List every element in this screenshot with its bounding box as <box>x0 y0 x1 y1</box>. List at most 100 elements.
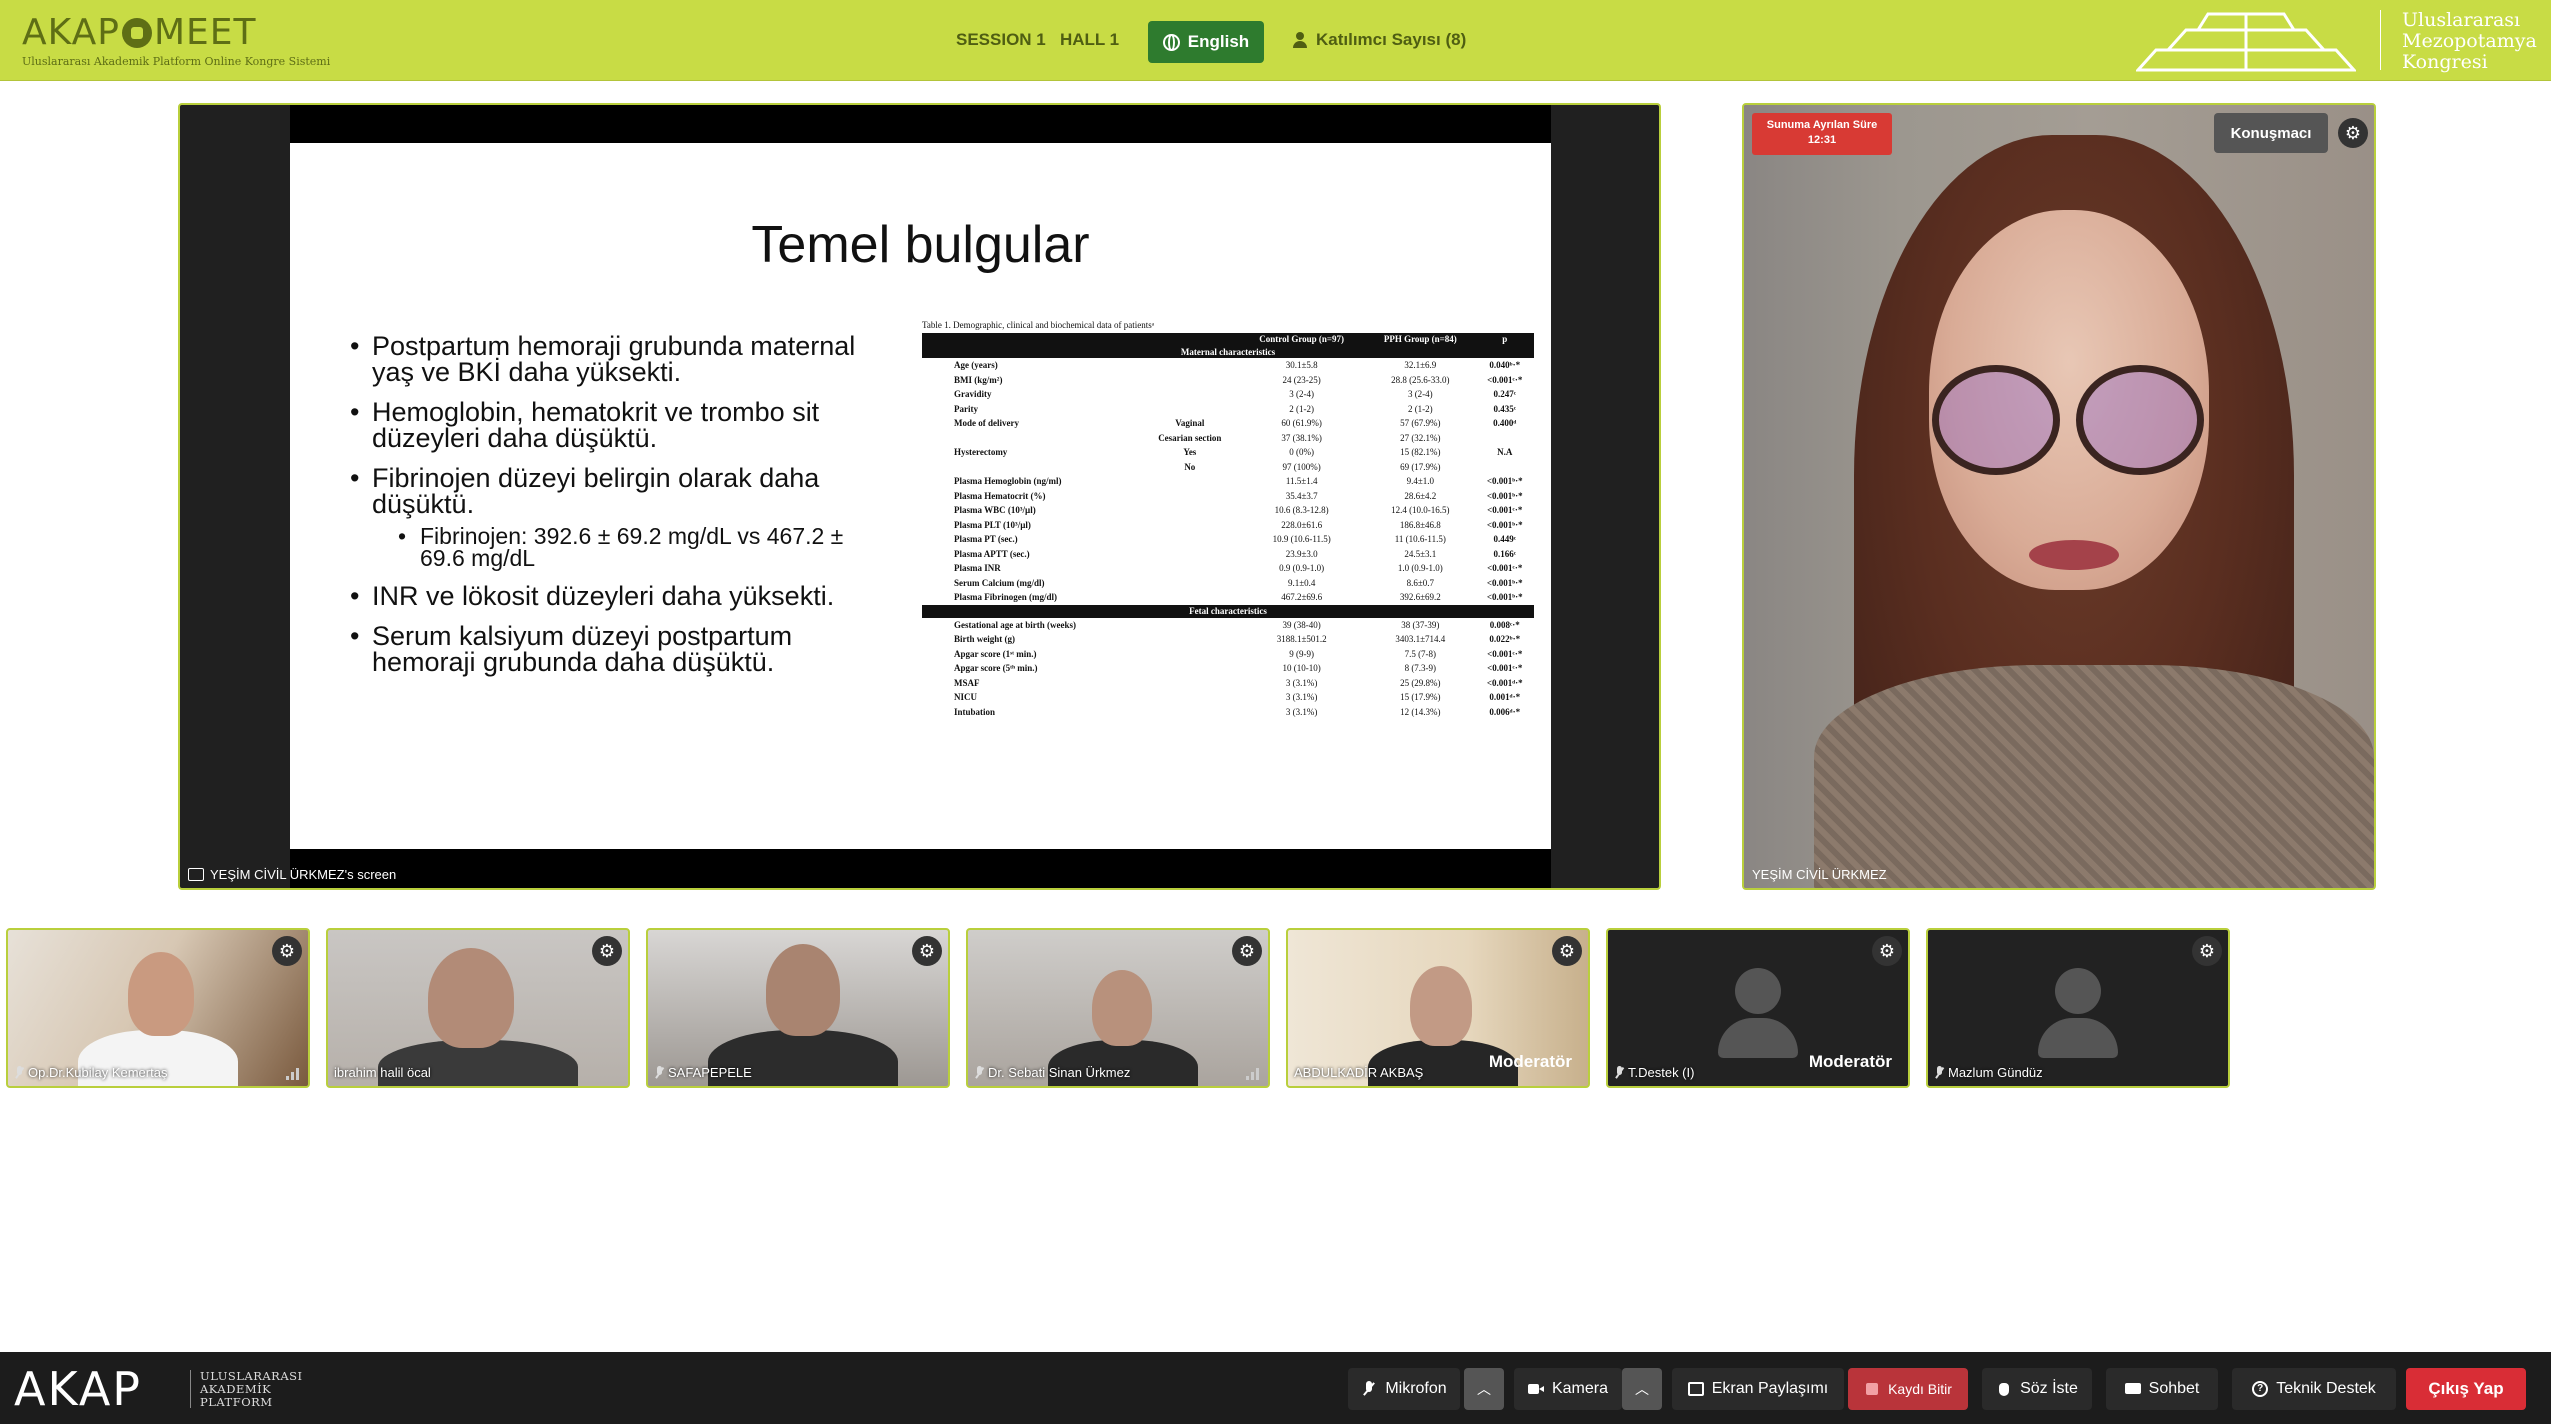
table-cell: 467.2±69.6 <box>1281 592 1323 603</box>
table: Control Group (n=97) PPH Group (n=84) p Ma… <box>922 333 1534 719</box>
participant-tile[interactable]: ⚙ Mazlum Gündüz <box>1926 928 2230 1088</box>
table-cell <box>1141 661 1238 676</box>
table-row: Cesarian section 37 (38.1%) 27 (32.1%) <box>922 431 1534 446</box>
mic-off-icon <box>1934 1065 1944 1080</box>
table-cell: 0.001ᵈ·* <box>1489 692 1521 703</box>
slide-sub-bullet: Fibrinojen: 392.6 ± 69.2 mg/dL vs 467.2 … <box>372 525 860 570</box>
microphone-label: Mikrofon <box>1385 1380 1447 1397</box>
timer-value: 12:31 <box>1807 134 1837 146</box>
camera-button[interactable]: Kamera <box>1514 1368 1622 1410</box>
gear-icon[interactable]: ⚙ <box>1872 936 1902 966</box>
table-cell: 12 (14.3%) <box>1400 706 1441 717</box>
chevron-up-icon: ︿ <box>1635 1381 1649 1397</box>
participant-name: ibrahim halil öcal <box>334 1065 431 1080</box>
table-cell <box>922 431 1141 446</box>
table-section-row: Fetal characteristics <box>922 604 1534 618</box>
table-cell: 28.6±4.2 <box>1404 490 1437 501</box>
participant-name: Mazlum Gündüz <box>1934 1065 2043 1080</box>
participant-tile[interactable]: ⚙ Dr. Sebati Sinan Ürkmez <box>966 928 1270 1088</box>
table-row: Plasma WBC (10³/µl) 10.6 (8.3-12.8) 12.4 (… <box>922 503 1534 518</box>
table-row: NICU 3 (3.1%) 15 (17.9%) 0.001ᵈ·* <box>922 690 1534 705</box>
table-cell: 60 (61.9%) <box>1281 418 1322 429</box>
gear-icon[interactable]: ⚙ <box>272 936 302 966</box>
table-cell: Cesarian section <box>1158 432 1222 443</box>
table-section-label: Maternal characteristics <box>922 345 1534 358</box>
table-row: Plasma Fibrinogen (mg/dl) 467.2±69.6 392.6… <box>922 590 1534 605</box>
microphone-options-button[interactable]: ︿ <box>1464 1368 1504 1410</box>
technical-support-button[interactable]: ? Teknik Destek <box>2232 1368 2396 1410</box>
language-button[interactable]: English <box>1148 21 1264 63</box>
screen-share-button[interactable]: Ekran Paylaşımı <box>1672 1368 1844 1410</box>
table-cell: N.A <box>1497 447 1513 458</box>
participant-tile[interactable]: ⚙ ibrahim halil öcal <box>326 928 630 1088</box>
table-header-cell <box>1141 333 1239 345</box>
table-cell: Plasma INR <box>954 563 1001 574</box>
table-cell: Apgar score (5ᵗʰ min.) <box>954 663 1038 674</box>
participant-name: Dr. Sebati Sinan Ürkmez <box>974 1065 1130 1080</box>
participant-tile[interactable]: ⚙ ABDULKADİR AKBAŞ Moderatör <box>1286 928 1590 1088</box>
glasses-lens-left <box>1932 365 2060 475</box>
chat-button[interactable]: Sohbet <box>2106 1368 2218 1410</box>
data-table: Table 1. Demographic, clinical and bioch… <box>922 320 1534 719</box>
raise-hand-button[interactable]: Söz İste <box>1982 1368 2092 1410</box>
table-cell <box>1141 561 1238 576</box>
participant-tile[interactable]: ⚙ T.Destek (I) Moderatör <box>1606 928 1910 1088</box>
table-row: Parity 2 (1-2) 2 (1-2) 0.435ᶜ <box>922 402 1534 417</box>
exit-button[interactable]: Çıkış Yap <box>2406 1368 2526 1410</box>
gear-icon[interactable]: ⚙ <box>1232 936 1262 966</box>
gear-icon[interactable]: ⚙ <box>2338 118 2368 148</box>
session-info: SESSION 1 HALL 1 <box>956 30 1119 50</box>
raise-hand-label: Söz İste <box>2020 1380 2078 1397</box>
table-cell: <0.001ᵇ·* <box>1486 490 1523 501</box>
table-cell: 9.4±1.0 <box>1406 476 1435 487</box>
camera-label: Kamera <box>1551 1380 1609 1397</box>
camera-options-button[interactable]: ︿ <box>1622 1368 1662 1410</box>
table-cell <box>1141 590 1238 605</box>
table-row: Birth weight (g) 3188.1±501.2 3403.1±714.4… <box>922 632 1534 647</box>
slide-top-bar <box>290 105 1551 143</box>
participant-tile[interactable]: ⚙ Op.Dr.Kubilay Kemertaş <box>6 928 310 1088</box>
table-cell: Plasma PT (sec.) <box>954 534 1018 545</box>
participant-tile[interactable]: ⚙ SAFAPEPELE <box>646 928 950 1088</box>
gear-icon[interactable]: ⚙ <box>2192 936 2222 966</box>
akap-sub-line: PLATFORM <box>200 1395 273 1409</box>
table-cell: 0.9 (0.9-1.0) <box>1279 563 1325 574</box>
table-cell: 30.1±5.8 <box>1285 360 1318 371</box>
speaker-mouth <box>2029 540 2119 570</box>
table-cell: 25 (29.8%) <box>1400 677 1441 688</box>
table-cell: Plasma Fibrinogen (mg/dl) <box>954 592 1057 603</box>
signal-icon <box>286 1068 300 1080</box>
stop-recording-button[interactable]: Kaydı Bitir <box>1848 1368 1968 1410</box>
microphone-button[interactable]: Mikrofon <box>1348 1368 1460 1410</box>
gear-icon[interactable]: ⚙ <box>912 936 942 966</box>
table-row: Apgar score (5ᵗʰ min.) 10 (10-10) 8 (7.3-9… <box>922 661 1534 676</box>
hand-icon <box>1996 1381 2012 1397</box>
speaker-video[interactable]: Sunuma Ayrılan Süre 12:31 Konuşmacı ⚙ YE… <box>1742 103 2376 890</box>
table-cell <box>1141 532 1238 547</box>
gear-icon[interactable]: ⚙ <box>592 936 622 966</box>
glasses-lens-right <box>2076 365 2204 475</box>
mic-off-icon <box>974 1065 984 1080</box>
table-cell: 0 (0%) <box>1289 447 1315 458</box>
screen-share-panel[interactable]: Temel bulgular Postpartum hemoraji grubu… <box>178 103 1661 890</box>
table-cell: 0.008ᶜ·* <box>1489 619 1520 630</box>
table-cell: Gestational age at birth (weeks) <box>954 619 1076 630</box>
table-cell: Birth weight (g) <box>954 634 1015 645</box>
table-cell <box>1141 632 1238 647</box>
table-cell: BMI (kg/m²) <box>954 374 1003 385</box>
screen-share-icon <box>1687 1382 1704 1396</box>
participant-count[interactable]: Katılımcı Sayısı (8) <box>1292 30 1466 50</box>
person-icon <box>1292 32 1308 48</box>
table-row: Plasma Hemoglobin (ng/ml) 11.5±1.4 9.4±1.0… <box>922 474 1534 489</box>
congress-name: Uluslararası Mezopotamya Kongresi <box>2402 10 2537 73</box>
table-cell: 10 (10-10) <box>1282 663 1321 674</box>
table-cell: 0.022ᵇ·* <box>1489 634 1521 645</box>
table-cell: <0.001ᶜ·* <box>1487 505 1523 516</box>
table-cell: 12.4 (10.0-16.5) <box>1391 505 1450 516</box>
table-cell <box>1141 503 1238 518</box>
table-row: Plasma Hematocrit (%) 35.4±3.7 28.6±4.2 <0.… <box>922 489 1534 504</box>
gear-icon[interactable]: ⚙ <box>1552 936 1582 966</box>
table-cell: 392.6±69.2 <box>1399 592 1441 603</box>
table-caption: Table 1. Demographic, clinical and bioch… <box>922 320 1155 330</box>
table-header-cell: Control Group (n=97) <box>1238 333 1366 345</box>
